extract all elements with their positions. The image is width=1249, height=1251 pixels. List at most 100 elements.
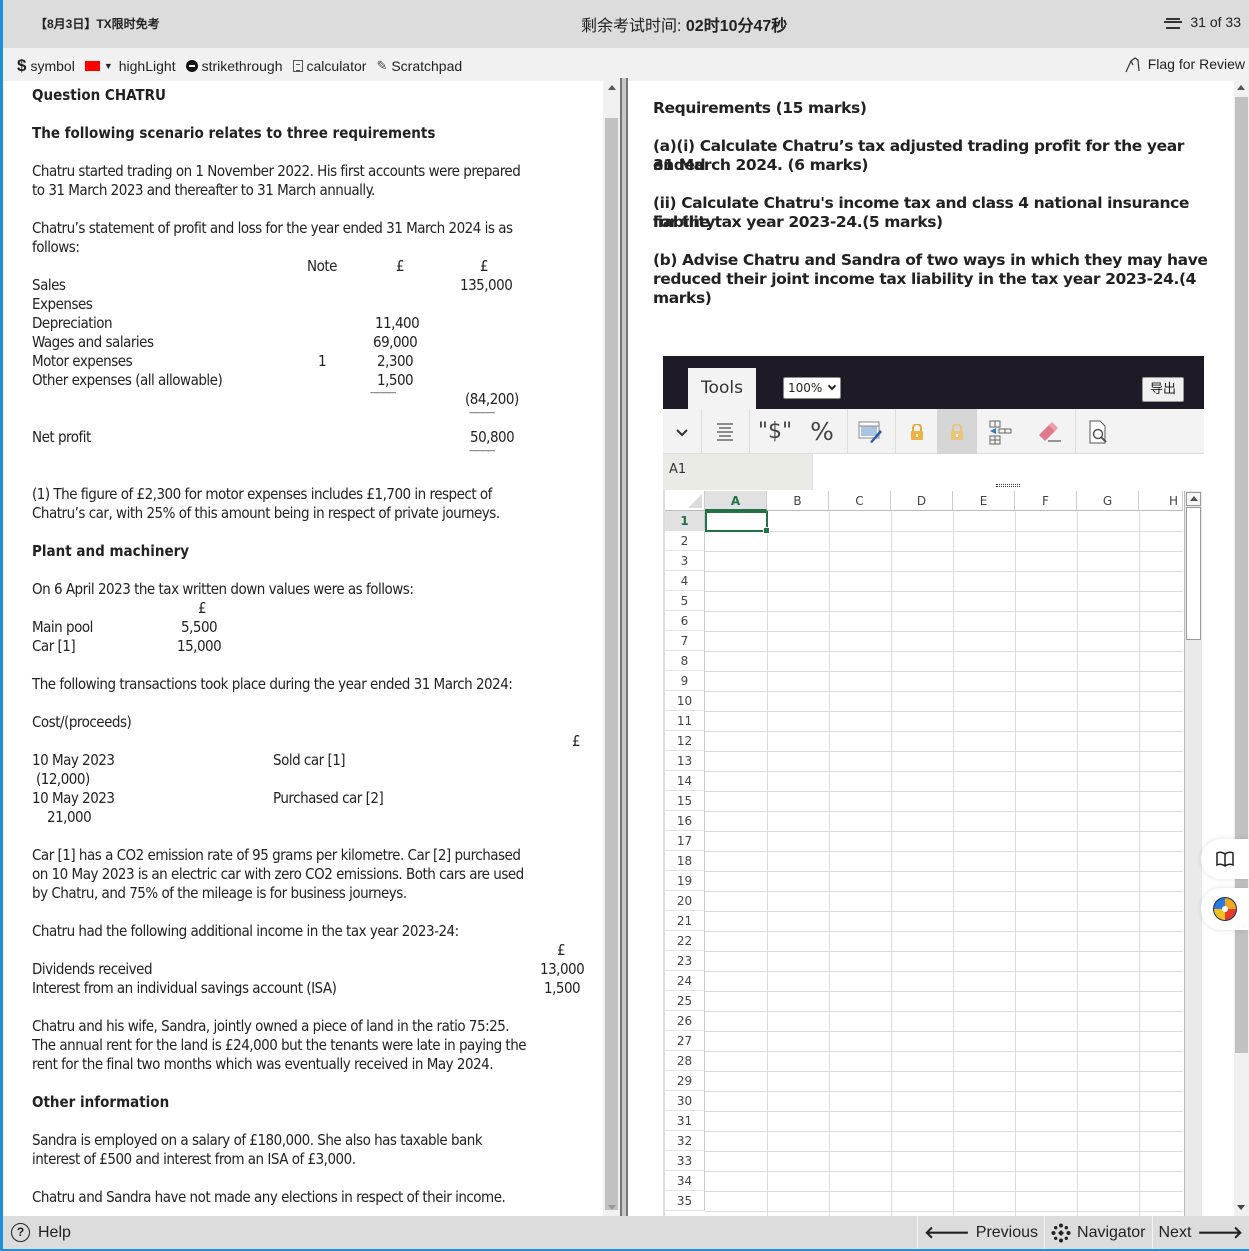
row-header[interactable]: 9 <box>665 671 705 691</box>
row-header[interactable]: 35 <box>665 1191 705 1211</box>
dollar-icon: $ <box>17 56 27 75</box>
row-header[interactable]: 26 <box>665 1011 705 1031</box>
previous-button[interactable]: 🡐 Previous <box>917 1216 1044 1249</box>
pl-header-col1: £ <box>396 257 405 275</box>
row-header[interactable]: 2 <box>665 531 705 551</box>
row-header[interactable]: 16 <box>665 811 705 831</box>
column-header[interactable]: A <box>705 491 767 511</box>
highlight-button[interactable]: ▼ highLight <box>84 58 176 74</box>
lock-cell-button[interactable] <box>897 409 937 454</box>
tab-tools[interactable]: Tools <box>688 368 756 409</box>
scratchpad-button[interactable]: ✎ Scratchpad <box>376 58 462 74</box>
format-painter-button[interactable] <box>849 409 893 454</box>
collapse-ribbon-button[interactable] <box>663 409 701 454</box>
column-header[interactable]: F <box>1015 491 1077 511</box>
row-header[interactable]: 8 <box>665 651 705 671</box>
cell-grid[interactable]: A B C D E F G H 1 2 3 4 5 6 7 8 9 10 11 12 13 14 15 16 17 18 19 20 2… <box>663 490 1204 1216</box>
insert-cells-button[interactable] <box>979 409 1023 454</box>
resize-grip[interactable] <box>996 484 1020 487</box>
select-all-corner[interactable] <box>665 491 705 511</box>
row-header[interactable]: 11 <box>665 711 705 731</box>
column-header[interactable]: D <box>891 491 953 511</box>
twdv-currency: £ <box>198 599 207 617</box>
flag-for-review-button[interactable]: Flag for Review <box>1124 55 1245 73</box>
scroll-up-icon[interactable] <box>1237 85 1245 90</box>
unlock-cell-button[interactable] <box>937 409 977 454</box>
row-header[interactable]: 34 <box>665 1171 705 1191</box>
grid-scrollbar[interactable] <box>1184 491 1202 1216</box>
row-header[interactable]: 4 <box>665 571 705 591</box>
panel-splitter[interactable] <box>620 78 628 1218</box>
row-header[interactable]: 32 <box>665 1131 705 1151</box>
symbol-button[interactable]: $ symbol <box>17 56 75 76</box>
column-header[interactable]: B <box>767 491 829 511</box>
highlight-color-swatch[interactable] <box>84 61 100 71</box>
row-header[interactable]: 5 <box>665 591 705 611</box>
flag-label: Flag for Review <box>1147 56 1245 72</box>
navigation: 🡐 Previous Navigator Next 🡒 <box>917 1216 1249 1249</box>
selected-cell[interactable] <box>705 511 770 534</box>
row-header[interactable]: 24 <box>665 971 705 991</box>
print-preview-button[interactable] <box>1077 409 1121 454</box>
twdv-label: Main pool <box>32 618 93 636</box>
percent-format-icon: % <box>810 417 834 446</box>
reading-mode-button[interactable] <box>1201 839 1249 879</box>
assistant-button[interactable] <box>1201 888 1249 930</box>
strikethrough-button[interactable]: strikethrough <box>185 58 283 74</box>
row-header[interactable]: 12 <box>665 731 705 751</box>
row-header[interactable]: 30 <box>665 1091 705 1111</box>
clear-button[interactable] <box>1027 409 1071 454</box>
row-header[interactable]: 7 <box>665 631 705 651</box>
row-header[interactable]: 10 <box>665 691 705 711</box>
grid-row-line <box>705 831 1183 832</box>
row-header[interactable]: 25 <box>665 991 705 1011</box>
twdv-intro: On 6 April 2023 the tax written down val… <box>32 580 414 598</box>
row-header[interactable]: 27 <box>665 1031 705 1051</box>
percent-format-button[interactable]: % <box>800 409 844 454</box>
car-line: on 10 May 2023 is an electric car with z… <box>32 865 524 883</box>
row-header[interactable]: 23 <box>665 951 705 971</box>
align-button[interactable] <box>703 409 747 454</box>
row-header[interactable]: 28 <box>665 1051 705 1071</box>
calculator-button[interactable]: calculator <box>292 58 366 74</box>
row-header[interactable]: 3 <box>665 551 705 571</box>
question-scrollbar[interactable] <box>603 81 620 1216</box>
export-button[interactable]: 导出 <box>1142 377 1184 402</box>
column-header[interactable]: G <box>1077 491 1139 511</box>
scrollbar-thumb[interactable] <box>605 118 618 1210</box>
currency-format-button[interactable]: "$" <box>753 409 797 454</box>
strikethrough-icon <box>185 60 198 72</box>
scroll-up-icon[interactable] <box>608 85 616 90</box>
caret-down-icon[interactable]: ▼ <box>104 61 113 71</box>
row-header[interactable]: 19 <box>665 871 705 891</box>
pm-heading: Plant and machinery <box>32 542 190 560</box>
next-button[interactable]: Next 🡒 <box>1151 1216 1249 1249</box>
row-header[interactable]: 14 <box>665 771 705 791</box>
row-header[interactable]: 1 <box>665 511 705 531</box>
row-header[interactable]: 29 <box>665 1071 705 1091</box>
navigator-button[interactable]: Navigator <box>1044 1216 1151 1249</box>
column-header[interactable]: C <box>829 491 891 511</box>
row-header[interactable]: 33 <box>665 1151 705 1171</box>
column-header[interactable]: E <box>953 491 1015 511</box>
scrollbar-thumb[interactable] <box>1186 507 1201 640</box>
row-header[interactable]: 21 <box>665 911 705 931</box>
grid-row-line <box>705 1031 1183 1032</box>
row-header[interactable]: 17 <box>665 831 705 851</box>
name-box[interactable]: A1 <box>663 454 812 490</box>
row-header[interactable]: 15 <box>665 791 705 811</box>
scroll-up-icon[interactable] <box>1186 492 1201 506</box>
scroll-down-icon[interactable] <box>608 1205 616 1210</box>
row-header[interactable]: 6 <box>665 611 705 631</box>
row-header[interactable]: 18 <box>665 851 705 871</box>
help-button[interactable]: ? Help <box>11 1223 71 1242</box>
zoom-select[interactable]: 100% <box>783 377 841 399</box>
answer-scrollbar[interactable] <box>1234 81 1249 1216</box>
row-header[interactable]: 13 <box>665 751 705 771</box>
row-header[interactable]: 22 <box>665 931 705 951</box>
scroll-down-icon[interactable] <box>1237 1205 1245 1210</box>
column-header[interactable]: H <box>1139 491 1183 511</box>
formula-bar[interactable] <box>812 454 1204 490</box>
row-header[interactable]: 31 <box>665 1111 705 1131</box>
row-header[interactable]: 20 <box>665 891 705 911</box>
